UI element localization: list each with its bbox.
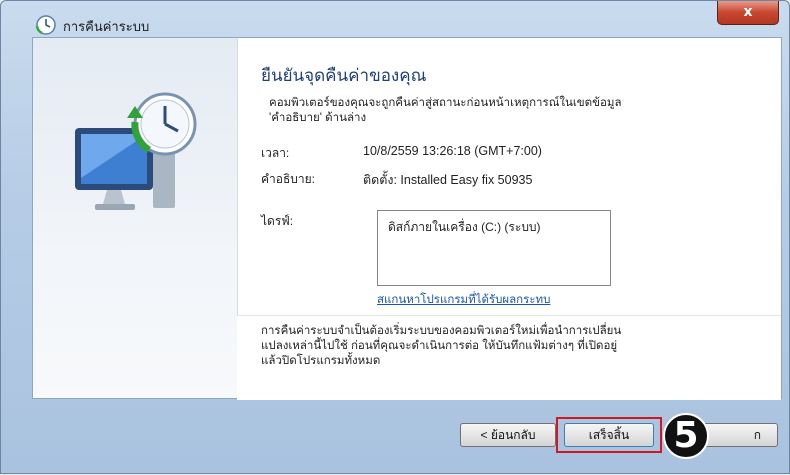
step-number-badge: 5 <box>663 413 709 459</box>
description-value: ติดตั้ง: Installed Easy fix 50935 <box>363 173 533 187</box>
back-button[interactable]: < ย้อนกลับ <box>460 423 556 447</box>
drives-label: ไดรฟ์: <box>261 214 294 228</box>
system-restore-window: การคืนค่าระบบ x ยืนยันจุดคืนค่าของคุณ คอ… <box>0 0 790 474</box>
window-title: การคืนค่าระบบ <box>63 19 150 34</box>
drives-list[interactable]: ดิสก์ภายในเครื่อง (C:) (ระบบ) <box>377 210 611 286</box>
close-icon: x <box>743 4 753 20</box>
intro-text: คอมพิวเตอร์ของคุณจะถูกคืนค่าสู่สถานะก่อน… <box>269 96 749 126</box>
close-button[interactable]: x <box>717 1 779 25</box>
warning-line: การคืนค่าระบบจำเป็นต้องเริ่มระบบของคอมพิ… <box>261 325 622 337</box>
system-restore-icon <box>35 14 57 36</box>
scan-affected-programs-link[interactable]: สแกนหาโปรแกรมที่ได้รับผลกระทบ <box>377 291 550 309</box>
system-restore-illustration <box>75 92 197 210</box>
content-panel: ยืนยันจุดคืนค่าของคุณ คอมพิวเตอร์ของคุณจ… <box>32 37 782 400</box>
drive-item-c[interactable]: ดิสก์ภายในเครื่อง (C:) (ระบบ) <box>388 218 541 237</box>
restart-warning: การคืนค่าระบบจำเป็นต้องเริ่มระบบของคอมพิ… <box>261 324 741 369</box>
intro-line: 'คำอธิบาย' ด้านล่าง <box>269 112 367 124</box>
left-pane <box>33 38 238 398</box>
warning-line: แล้วปิดโปรแกรมทั้งหมด <box>261 355 381 367</box>
footer-bar: < ย้อนกลับ เสร็จสิ้น ก 5 <box>32 399 782 475</box>
intro-line: คอมพิวเตอร์ของคุณจะถูกคืนค่าสู่สถานะก่อน… <box>269 97 622 109</box>
title-bar[interactable]: การคืนค่าระบบ x <box>1 1 789 37</box>
time-value: 10/8/2559 13:26:18 (GMT+7:00) <box>363 144 542 158</box>
warning-line: แปลงเหล่านี้ไปใช้ ก่อนที่คุณจะดำเนินการต… <box>261 340 618 352</box>
time-label: เวลา: <box>261 146 290 160</box>
description-label: คำอธิบาย: <box>261 172 316 186</box>
warning-area: การคืนค่าระบบจำเป็นต้องเริ่มระบบของคอมพิ… <box>237 315 781 400</box>
page-title: ยืนยันจุดคืนค่าของคุณ <box>261 66 427 85</box>
finish-button[interactable]: เสร็จสิ้น <box>564 423 654 447</box>
